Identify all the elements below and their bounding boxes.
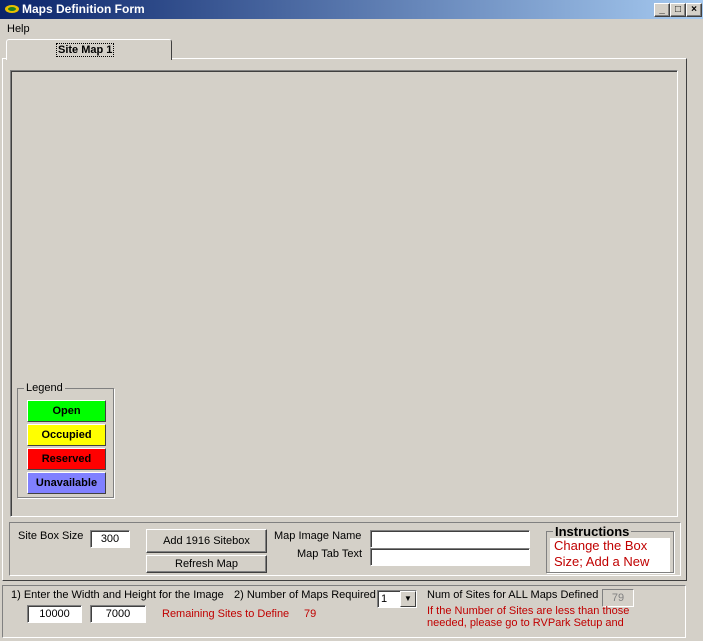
app-icon xyxy=(5,5,19,13)
remaining-sites-label: Remaining Sites to Define xyxy=(162,608,290,620)
site-box-size-input[interactable]: 300 xyxy=(90,530,130,548)
refresh-map-button[interactable]: Refresh Map xyxy=(146,555,267,573)
menu-help[interactable]: Help xyxy=(7,23,30,35)
legend-open: Open xyxy=(27,400,106,422)
sites-warning-text: If the Number of Sites are less than tho… xyxy=(427,605,630,629)
menu-bar xyxy=(0,19,703,39)
legend-reserved: Reserved xyxy=(27,448,106,470)
tab-site-map-1-label: Site Map 1 xyxy=(55,43,115,57)
window-title: Maps Definition Form xyxy=(22,2,145,16)
map-image-name-input[interactable] xyxy=(370,530,530,548)
chevron-down-icon[interactable]: ▼ xyxy=(400,591,416,607)
remaining-sites-value: 79 xyxy=(304,608,317,620)
num-sites-label: Num of Sites for ALL Maps Defined xyxy=(427,589,599,601)
instructions-title: Instructions xyxy=(553,524,632,539)
num-maps-label: 2) Number of Maps Required xyxy=(234,589,376,601)
image-height-input[interactable]: 7000 xyxy=(90,605,146,623)
add-sitebox-button[interactable]: Add 1916 Sitebox xyxy=(146,529,267,553)
image-width-input[interactable]: 10000 xyxy=(27,605,82,623)
close-button[interactable]: × xyxy=(686,3,702,17)
site-box-size-label: Site Box Size xyxy=(18,530,84,542)
legend-occupied: Occupied xyxy=(27,424,106,446)
minimize-button[interactable]: _ xyxy=(654,3,670,17)
map-tab-text-input[interactable] xyxy=(370,548,530,566)
dimensions-label: 1) Enter the Width and Height for the Im… xyxy=(11,589,224,601)
map-image-name-label: Map Image Name xyxy=(274,530,362,542)
map-tab-text-label: Map Tab Text xyxy=(297,548,363,560)
maximize-button[interactable]: □ xyxy=(670,3,686,17)
legend-title: Legend xyxy=(24,382,65,394)
instructions-text: Change the Box Size; Add a New xyxy=(550,538,670,572)
legend-unavailable: Unavailable xyxy=(27,472,106,494)
